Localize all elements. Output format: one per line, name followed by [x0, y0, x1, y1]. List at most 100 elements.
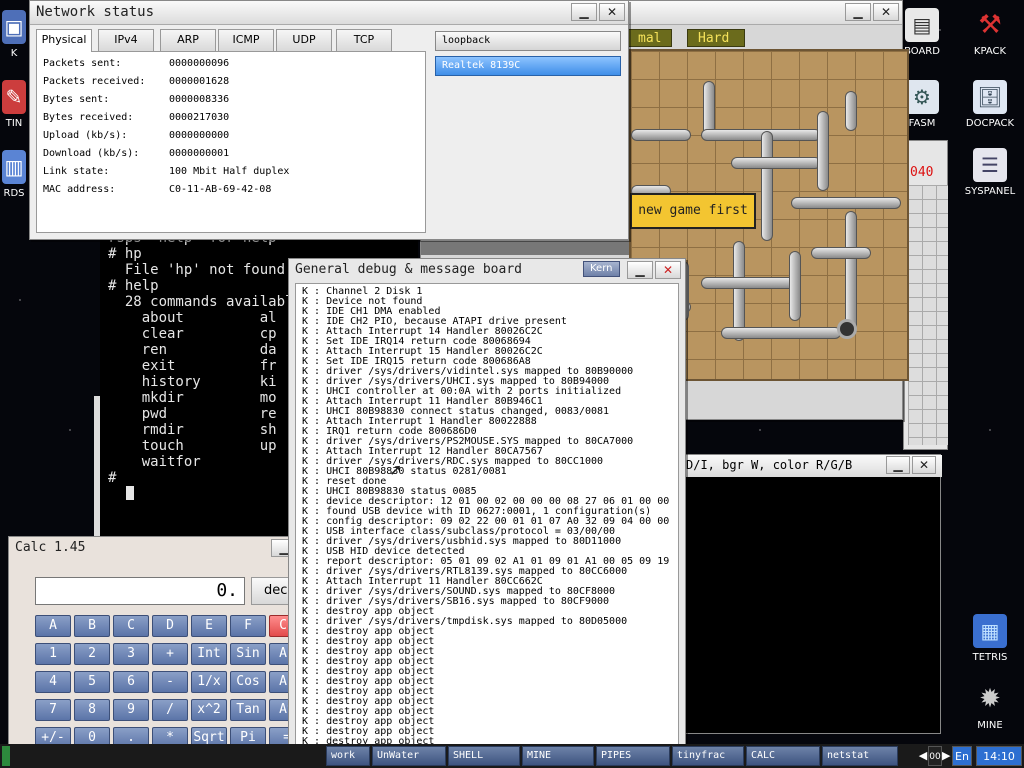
desktop-icon-kpack[interactable]: ⚒ KPACK — [954, 8, 1024, 57]
video-title: D/I, bgr W, color R/G/B — [686, 458, 853, 472]
kern-button[interactable]: Kern — [583, 261, 620, 277]
stat-row: Bytes sent: 0000008336 — [43, 94, 229, 105]
calc-key[interactable]: 9 — [113, 699, 149, 721]
debug-board-window[interactable]: General debug & message board Kern ▁ ✕ K… — [288, 258, 686, 750]
calc-key[interactable]: F — [230, 615, 266, 637]
difficulty-hard-button[interactable]: Hard — [687, 29, 745, 47]
shell-line: # help — [108, 278, 159, 294]
pipe-piece[interactable] — [845, 91, 857, 131]
calc-key[interactable]: 2 — [74, 643, 110, 665]
calc-key[interactable]: 6 — [113, 671, 149, 693]
calc-key[interactable]: - — [152, 671, 188, 693]
mine-grid[interactable] — [908, 185, 948, 445]
pipe-piece[interactable] — [631, 129, 691, 141]
difficulty-normal-button[interactable]: mal — [627, 29, 673, 47]
sliders-icon: ☰ — [973, 148, 1007, 182]
clock[interactable]: 14:10 — [976, 746, 1022, 766]
calc-key[interactable]: A — [35, 615, 71, 637]
taskbar-item-mine[interactable]: MINE — [522, 746, 594, 766]
close-button[interactable]: ✕ — [599, 3, 625, 21]
stat-label: Packets sent: — [43, 58, 122, 69]
calc-window[interactable]: Calc 1.45 ▁ 0. dec A B C D E F CL 1 2 3 + Int Sin As 4… — [8, 536, 326, 768]
network-status-window[interactable]: Network status ▁ ✕ Physical IPv4 ARP ICMP UD… — [29, 0, 629, 240]
desktop-icon-mine[interactable]: ✹ MINE — [954, 682, 1024, 731]
calc-key[interactable]: 7 — [35, 699, 71, 721]
pipe-piece[interactable] — [761, 131, 773, 241]
pipe-piece[interactable] — [731, 157, 821, 169]
close-button[interactable]: ✕ — [655, 261, 681, 279]
close-button[interactable]: ✕ — [873, 3, 899, 21]
pipe-endpoint — [837, 319, 857, 339]
language-indicator[interactable]: En — [952, 746, 972, 766]
tab-tcp[interactable]: TCP — [336, 29, 392, 51]
calc-key[interactable]: E — [191, 615, 227, 637]
shell-scroll-edge — [94, 396, 100, 536]
shell-line: rmdir sh — [108, 422, 277, 438]
pipe-piece[interactable] — [733, 241, 745, 341]
calc-key[interactable]: / — [152, 699, 188, 721]
calc-titlebar[interactable]: Calc 1.45 ▁ — [9, 537, 325, 561]
calc-key[interactable]: Cos — [230, 671, 266, 693]
calc-key[interactable]: x^2 — [191, 699, 227, 721]
stat-value: 0000000000 — [169, 130, 230, 141]
taskbar-item-unwater[interactable]: UnWater — [372, 746, 446, 766]
minimize-button[interactable]: ▁ — [845, 3, 871, 21]
pipe-piece[interactable] — [845, 211, 857, 331]
pager-right-icon[interactable]: ▶ — [942, 746, 950, 766]
calc-key[interactable]: Sin — [230, 643, 266, 665]
pipe-piece[interactable] — [811, 247, 871, 259]
pipe-piece[interactable] — [791, 197, 901, 209]
calc-key[interactable]: 1/x — [191, 671, 227, 693]
taskbar-item-work[interactable]: work — [326, 746, 370, 766]
calc-key[interactable]: B — [74, 615, 110, 637]
video-window[interactable]: D/I, bgr W, color R/G/B ▁ ✕ — [683, 454, 942, 734]
pipe-piece[interactable] — [817, 111, 829, 191]
minimize-button[interactable]: ▁ — [571, 3, 597, 21]
tab-ipv4[interactable]: IPv4 — [98, 29, 154, 51]
debug-titlebar[interactable]: General debug & message board Kern ▁ ✕ — [289, 259, 685, 283]
desktop-icon-syspanel[interactable]: ☰ SYSPANEL — [954, 148, 1024, 197]
pipe-piece[interactable] — [701, 277, 801, 289]
minimize-button[interactable]: ▁ — [627, 261, 653, 279]
pager-left-icon[interactable]: ◀ — [918, 746, 928, 766]
calc-key[interactable]: Int — [191, 643, 227, 665]
desktop-icon-docpack[interactable]: 🗄 DOCPACK — [954, 80, 1024, 129]
tab-arp[interactable]: ARP — [160, 29, 216, 51]
calc-key[interactable]: Tan — [230, 699, 266, 721]
interface-loopback[interactable]: loopback — [435, 31, 621, 51]
pipe-piece[interactable] — [789, 251, 801, 321]
video-titlebar[interactable]: D/I, bgr W, color R/G/B ▁ ✕ — [684, 455, 942, 477]
network-titlebar[interactable]: Network status ▁ ✕ — [30, 1, 628, 25]
pager-indicator[interactable]: 00 — [928, 746, 942, 766]
tab-udp[interactable]: UDP — [276, 29, 332, 51]
tab-physical[interactable]: Physical — [36, 29, 92, 52]
taskbar-item-netstat[interactable]: netstat — [822, 746, 898, 766]
debug-log[interactable]: K : Channel 2 Disk 1K : Device not found… — [295, 283, 679, 745]
pipe-piece[interactable] — [721, 327, 841, 339]
interface-realtek[interactable]: Realtek 8139C — [435, 56, 621, 76]
calc-key[interactable]: C — [113, 615, 149, 637]
minimize-button[interactable]: ▁ — [886, 456, 910, 474]
calc-key[interactable]: 3 — [113, 643, 149, 665]
tab-icmp[interactable]: ICMP — [218, 29, 274, 51]
calc-key[interactable]: + — [152, 643, 188, 665]
app-icon: ▣ — [2, 10, 26, 44]
taskbar-item-tinyfrac[interactable]: tinyfrac — [672, 746, 744, 766]
mine-window[interactable]: 040 — [903, 140, 948, 450]
mine-icon: ✹ — [979, 684, 1001, 714]
taskbar-item-calc[interactable]: CALC — [746, 746, 820, 766]
calc-key[interactable]: 4 — [35, 671, 71, 693]
desktop-icon-label: SYSPANEL — [964, 186, 1016, 197]
calc-key[interactable]: 5 — [74, 671, 110, 693]
calc-key[interactable]: D — [152, 615, 188, 637]
stat-row: Link state: 100 Mbit Half duplex — [43, 166, 289, 177]
taskbar-item-shell[interactable]: SHELL — [448, 746, 520, 766]
close-button[interactable]: ✕ — [912, 456, 936, 474]
stat-row: Bytes received: 0000217030 — [43, 112, 229, 123]
calc-key[interactable]: 1 — [35, 643, 71, 665]
start-button[interactable] — [2, 746, 10, 766]
window-title: Calc 1.45 — [15, 540, 86, 555]
taskbar-item-pipes[interactable]: PIPES — [596, 746, 670, 766]
desktop-icon-tetris[interactable]: ▦ TETRIS — [954, 614, 1024, 663]
calc-key[interactable]: 8 — [74, 699, 110, 721]
